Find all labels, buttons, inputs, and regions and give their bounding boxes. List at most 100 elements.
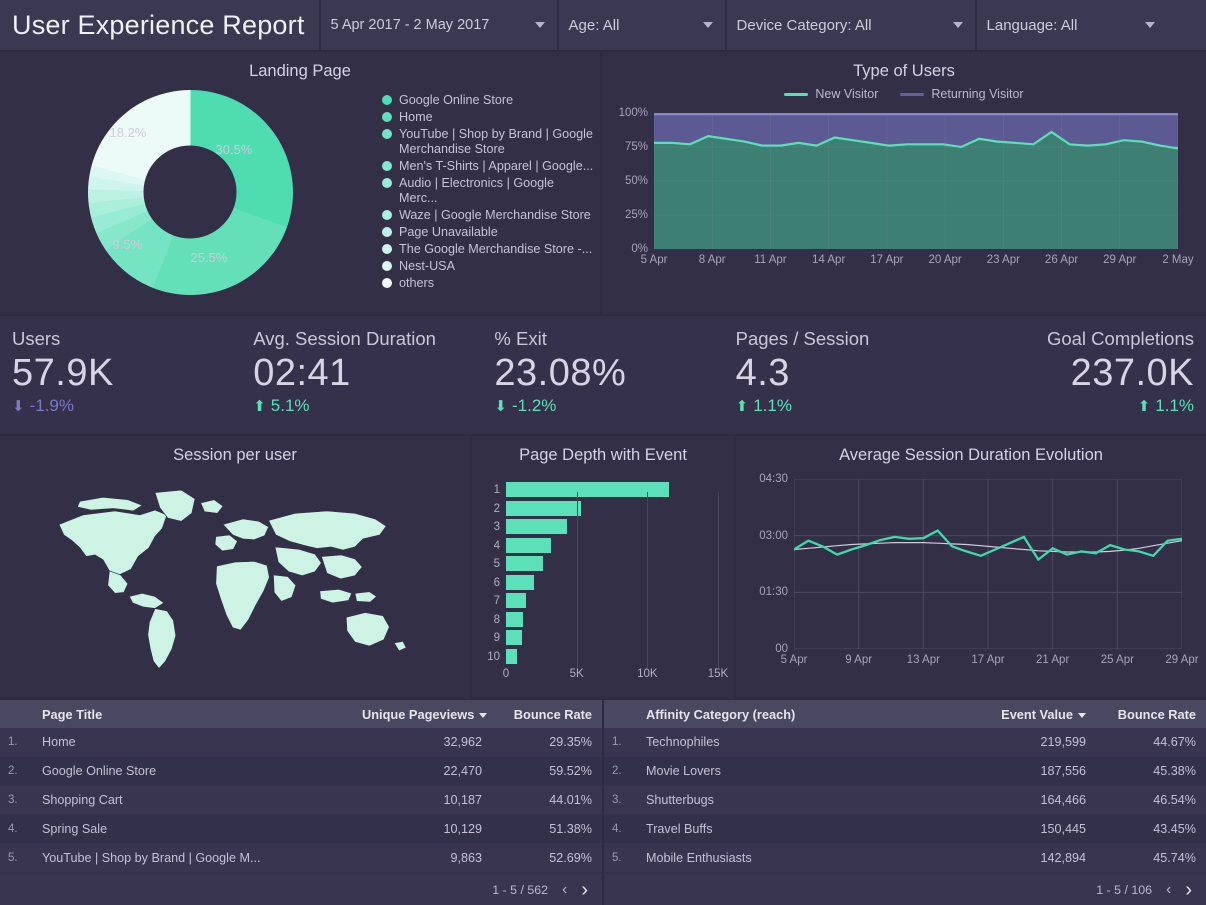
y-axis-tick: 75%	[624, 141, 648, 153]
table-header-affinity-category[interactable]: Affinity Category (reach)	[636, 700, 956, 728]
bar-track	[506, 592, 718, 611]
table-row[interactable]: 5. YouTube | Shop by Brand | Google M... 9…	[0, 843, 602, 872]
table-cell-bounce: 52.69%	[492, 843, 602, 872]
duration-plot-area	[793, 478, 1183, 650]
table-row[interactable]: 1. Home 32,962 29.35%	[0, 728, 602, 757]
legend-item[interactable]: Audio | Electronics | Google Merc...	[382, 176, 594, 206]
bar-track	[506, 629, 718, 648]
x-axis-tick: 25 Apr	[1100, 654, 1134, 666]
legend-item[interactable]: Nest-USA	[382, 259, 594, 274]
legend-item-label: Audio | Electronics | Google Merc...	[399, 176, 554, 205]
x-axis-tick: 29 Apr	[1103, 254, 1137, 266]
legend-dot-icon	[382, 278, 392, 288]
filter-age-label: Age: All	[568, 16, 620, 34]
bar-row[interactable]: 9	[476, 629, 718, 648]
y-axis-tick: 100%	[618, 107, 648, 119]
legend-item-label: Waze | Google Merchandise Store	[399, 208, 591, 222]
table-header-event-value[interactable]: Event Value	[956, 700, 1096, 728]
table-row[interactable]: 2. Google Online Store 22,470 59.52%	[0, 756, 602, 786]
legend-item[interactable]: The Google Merchandise Store -...	[382, 242, 594, 257]
type-of-users-chart[interactable]: 0% 25% 50% 75% 100% 5 Apr 8 Apr 11 Apr 14 Apr 17 …	[619, 107, 1194, 266]
table-cell-title: Home	[32, 728, 352, 757]
type-of-users-legend: New Visitor Returning Visitor	[602, 81, 1206, 101]
table-cell-title: Shopping Cart	[32, 785, 352, 815]
bar-category-label: 8	[493, 613, 500, 626]
x-axis-tick: 29 Apr	[1165, 654, 1199, 666]
legend-item[interactable]: YouTube | Shop by Brand | Google Merchan…	[382, 127, 594, 157]
legend-item[interactable]: Home	[382, 110, 594, 125]
legend-new-visitor[interactable]: New Visitor	[784, 87, 878, 101]
table-cell-pageviews: 22,470	[352, 756, 492, 786]
bar-row[interactable]: 6	[476, 574, 718, 593]
table-cell-idx: 3.	[0, 785, 32, 815]
world-map-chart[interactable]	[0, 465, 470, 687]
bar-row[interactable]: 8	[476, 611, 718, 630]
filter-date-range[interactable]: 5 Apr 2017 - 2 May 2017	[318, 0, 557, 51]
bar-row[interactable]: 10	[476, 648, 718, 667]
legend-item[interactable]: others	[382, 276, 594, 291]
table-header-unique-pageviews[interactable]: Unique Pageviews	[352, 700, 492, 728]
previous-page-icon[interactable]: ‹	[1166, 881, 1171, 898]
kpi-percent-exit[interactable]: % Exit 23.08% ⬇ -1.2%	[482, 316, 723, 434]
next-page-icon[interactable]: ›	[581, 880, 588, 900]
filter-age[interactable]: Age: All	[556, 0, 725, 51]
bar-row[interactable]: 7	[476, 592, 718, 611]
table-row[interactable]: 5. Mobile Enthusiasts 142,894 45.74%	[604, 843, 1206, 872]
table-header-bounce-rate[interactable]: Bounce Rate	[1096, 700, 1206, 728]
donut-label-youtube: 9.5%	[112, 236, 143, 252]
bar-row[interactable]: 2	[476, 500, 718, 519]
page-depth-title: Page Depth with Event	[519, 446, 687, 464]
legend-item[interactable]: Waze | Google Merchandise Store	[382, 208, 594, 223]
table-row[interactable]: 2. Movie Lovers 187,556 45.38%	[604, 756, 1206, 786]
kpi-avg-session-duration[interactable]: Avg. Session Duration 02:41 ⬆ 5.1%	[241, 316, 482, 434]
table-cell-bounce: 45.74%	[1096, 843, 1206, 872]
filter-device-category-label: Device Category: All	[736, 16, 872, 34]
sort-descending-icon	[1078, 712, 1086, 718]
x-axis-tick: 20 Apr	[928, 254, 962, 266]
duration-evolution-chart[interactable]: 00 01:30 03:00 04:30 5 Apr 9 Apr 13 Apr 17 Apr 2…	[759, 473, 1198, 666]
kpi-pages-per-session[interactable]: Pages / Session 4.3 ⬆ 1.1%	[724, 316, 965, 434]
kpi-delta-value: -1.9%	[29, 396, 74, 415]
previous-page-icon[interactable]: ‹	[562, 881, 567, 898]
legend-dot-icon	[382, 112, 392, 122]
legend-returning-visitor[interactable]: Returning Visitor	[900, 87, 1024, 101]
kpi-goal-completions[interactable]: Goal Completions 237.0K ⬆ 1.1%	[965, 316, 1206, 434]
landing-page-donut-chart[interactable]: 18.2% 30.5% 25.5% 9.5%	[0, 85, 380, 299]
kpi-delta: ⬆ 1.1%	[965, 396, 1194, 416]
table-cell-bounce: 46.54%	[1096, 785, 1206, 815]
bar-row[interactable]: 3	[476, 518, 718, 537]
bar-row[interactable]: 1	[476, 481, 718, 500]
x-axis-tick: 14 Apr	[812, 254, 846, 266]
table-row[interactable]: 4. Spring Sale 10,129 51.38%	[0, 814, 602, 844]
table-row[interactable]: 3. Shopping Cart 10,187 44.01%	[0, 785, 602, 815]
chevron-down-icon	[702, 22, 713, 28]
legend-item[interactable]: Google Online Store	[382, 93, 594, 108]
page-depth-chart[interactable]: 1 2 3 4 5 6 7 8 9 10 0 5K 10K 15K	[476, 471, 728, 686]
bar-row[interactable]: 4	[476, 537, 718, 556]
table-cell-event_value: 219,599	[956, 728, 1096, 757]
bar-row[interactable]: 5	[476, 555, 718, 574]
table-row[interactable]: 1. Technophiles 219,599 44.67%	[604, 728, 1206, 757]
kpi-users[interactable]: Users 57.9K ⬇ -1.9%	[0, 316, 241, 434]
table-row[interactable]: 4. Travel Buffs 150,445 43.45%	[604, 814, 1206, 844]
kpi-scorecard-row: Users 57.9K ⬇ -1.9% Avg. Session Duration 02:…	[0, 316, 1206, 434]
page-title-table-footer: 1 - 5 / 562 ‹ ›	[0, 874, 602, 905]
filter-device-category[interactable]: Device Category: All	[724, 0, 975, 51]
table-cell-bounce: 43.45%	[1096, 814, 1206, 844]
next-page-icon[interactable]: ›	[1185, 880, 1192, 900]
legend-new-visitor-label: New Visitor	[815, 87, 879, 101]
table-header-page-title[interactable]: Page Title	[32, 700, 352, 728]
bar	[506, 648, 518, 664]
table-header-bounce-rate[interactable]: Bounce Rate	[492, 700, 602, 728]
x-axis-tick: 15K	[707, 668, 729, 680]
x-axis-tick: 26 Apr	[1044, 254, 1079, 266]
table-row[interactable]: 3. Shutterbugs 164,466 46.54%	[604, 785, 1206, 815]
bar-track	[506, 611, 718, 630]
table-cell-title: Movie Lovers	[636, 756, 956, 786]
filter-language[interactable]: Language: All	[974, 0, 1167, 51]
donut-label-home: 25.5%	[190, 249, 228, 265]
kpi-label: % Exit	[494, 328, 547, 349]
legend-item[interactable]: Men's T-Shirts | Apparel | Google...	[382, 159, 594, 174]
bar	[506, 630, 522, 645]
legend-item[interactable]: Page Unavailable	[382, 225, 594, 240]
